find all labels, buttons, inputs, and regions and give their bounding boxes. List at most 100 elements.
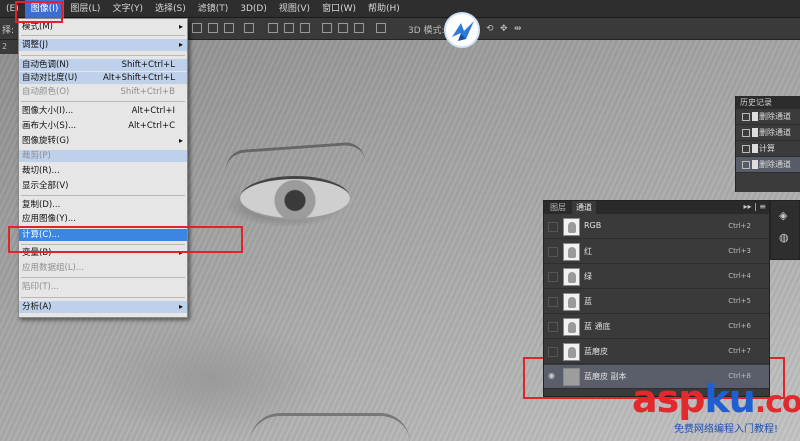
visibility-toggle[interactable] (548, 247, 558, 257)
tab-layers[interactable]: 图层 (546, 201, 570, 214)
eyebrow-shape (224, 141, 366, 171)
menu-separator (21, 55, 185, 56)
menu-item-label: 陷印(T)... (22, 282, 59, 292)
channel-name: 蓝 (584, 297, 592, 306)
align-top-icon[interactable] (192, 23, 202, 33)
menu-item-auto-color[interactable]: 自动颜色(O) Shift+Ctrl+B (19, 86, 187, 98)
channel-thumbnail (563, 293, 580, 311)
menu-item-label: 画布大小(S)... (22, 121, 77, 131)
visibility-toggle[interactable] (548, 347, 558, 357)
menu-separator (21, 35, 185, 36)
document-icon (752, 160, 758, 169)
channel-row[interactable]: 绿 Ctrl+4 (544, 265, 769, 289)
menu-item-auto-tone[interactable]: 自动色调(N) Shift+Ctrl+L (19, 59, 187, 71)
document-icon (752, 144, 758, 153)
channel-row[interactable]: 蓝 通底 Ctrl+6 (544, 315, 769, 339)
visibility-toggle[interactable] (548, 222, 558, 232)
align-bottom-icon[interactable] (224, 23, 234, 33)
channel-shortcut: Ctrl+6 (728, 322, 751, 330)
submenu-arrow-icon: ▸ (178, 40, 183, 49)
snapshot-icon (742, 145, 750, 153)
channel-name: RGB (584, 221, 602, 230)
menu-view[interactable]: 视图(V) (273, 0, 316, 18)
menu-item-image-rotation[interactable]: 图像旋转(G) ▸ (19, 135, 187, 147)
menu-item-analysis[interactable]: 分析(A) ▸ (19, 301, 187, 313)
document-tab[interactable]: 2 (0, 40, 20, 54)
history-item[interactable]: 计算 (736, 141, 800, 157)
menu-item-trap[interactable]: 陷印(T)... (19, 281, 187, 293)
distribute-middle-icon[interactable] (284, 23, 294, 33)
channel-row[interactable]: 蓝磨皮 Ctrl+7 (544, 340, 769, 364)
3d-rotate-icon[interactable]: ⟲ (486, 24, 494, 34)
menu-item-label: 自动对比度(U) (22, 73, 78, 83)
menu-3d[interactable]: 3D(D) (234, 0, 273, 18)
menu-item-canvas-size[interactable]: 画布大小(S)... Alt+Ctrl+C (19, 120, 187, 132)
channel-name: 红 (584, 247, 592, 256)
channel-thumbnail (563, 268, 580, 286)
channel-thumbnail (563, 218, 580, 236)
menu-filter[interactable]: 滤镜(T) (192, 0, 235, 18)
channel-shortcut: Ctrl+7 (728, 347, 751, 355)
history-item[interactable]: 删除通道 (736, 125, 800, 141)
channel-thumbnail (563, 343, 580, 361)
options-label: 择: (2, 26, 15, 36)
3d-slide-icon[interactable]: ⇹ (514, 24, 522, 34)
3d-mode-label: 3D 模式: (408, 26, 445, 36)
menu-item-label: 显示全部(V) (22, 181, 69, 191)
menu-select[interactable]: 选择(S) (149, 0, 192, 18)
distribute-top-icon[interactable] (268, 23, 278, 33)
history-item[interactable]: 删除通道 (736, 109, 800, 125)
channel-name: 蓝磨皮 副本 (584, 372, 627, 381)
menu-item-duplicate[interactable]: 复制(D)... (19, 199, 187, 211)
menu-item-crop[interactable]: 裁剪(P) (19, 150, 187, 162)
menu-item-auto-contrast[interactable]: 自动对比度(U) Alt+Shift+Ctrl+L (19, 72, 187, 84)
tab-channels[interactable]: 通道 (572, 201, 596, 214)
channel-name: 蓝磨皮 (584, 347, 608, 356)
submenu-arrow-icon: ▸ (178, 22, 183, 31)
menu-item-shortcut: Shift+Ctrl+L (121, 60, 175, 70)
align-middle-icon[interactable] (208, 23, 218, 33)
channel-row[interactable]: 红 Ctrl+3 (544, 240, 769, 264)
menu-item-image-size[interactable]: 图像大小(I)... Alt+Ctrl+I (19, 105, 187, 117)
layers-stack-icon[interactable]: ◈ (779, 209, 787, 222)
menu-item-shortcut: Alt+Ctrl+I (131, 106, 175, 116)
auto-align-icon[interactable] (376, 23, 386, 33)
highlight-image-menu (15, 1, 63, 23)
channel-shortcut: Ctrl+5 (728, 297, 751, 305)
document-icon (752, 128, 758, 137)
bird-logo (444, 12, 480, 48)
align-left-icon[interactable] (244, 23, 254, 33)
menu-help[interactable]: 帮助(H) (362, 0, 406, 18)
menu-item-adjustments[interactable]: 调整(J) ▸ (19, 39, 187, 51)
menu-window[interactable]: 窗口(W) (316, 0, 362, 18)
distribute-center-icon[interactable] (338, 23, 348, 33)
collapsed-panels: ◈ ◍ (770, 200, 800, 260)
snapshot-icon (742, 129, 750, 137)
panel-menu-icon[interactable]: ▸▸ | ≡ (743, 202, 766, 211)
channel-row[interactable]: 蓝 Ctrl+5 (544, 290, 769, 314)
adjustments-icon[interactable]: ◍ (779, 231, 789, 244)
visibility-toggle[interactable] (548, 272, 558, 282)
visibility-toggle[interactable] (548, 322, 558, 332)
channel-row[interactable]: RGB Ctrl+2 (544, 215, 769, 239)
distribute-right-icon[interactable] (354, 23, 364, 33)
distribute-left-icon[interactable] (322, 23, 332, 33)
menu-item-label: 自动颜色(O) (22, 87, 70, 97)
distribute-bottom-icon[interactable] (300, 23, 310, 33)
visibility-toggle[interactable] (548, 297, 558, 307)
menu-separator (21, 297, 185, 298)
submenu-arrow-icon: ▸ (178, 302, 183, 311)
menu-item-label: 自动色调(N) (22, 60, 69, 70)
submenu-arrow-icon: ▸ (178, 136, 183, 145)
3d-pan-icon[interactable]: ✥ (500, 24, 508, 34)
menu-item-apply-image[interactable]: 应用图像(Y)... (19, 213, 187, 225)
menu-item-trim[interactable]: 裁切(R)... (19, 165, 187, 177)
menu-item-reveal-all[interactable]: 显示全部(V) (19, 180, 187, 192)
menu-type[interactable]: 文字(Y) (106, 0, 149, 18)
menu-item-apply-data-set[interactable]: 应用数据组(L)... (19, 262, 187, 274)
menu-layer[interactable]: 图层(L) (64, 0, 106, 18)
history-item[interactable]: 删除通道 (736, 157, 800, 173)
menu-separator (21, 101, 185, 102)
menu-item-label: 调整(J) (22, 40, 49, 50)
visibility-eye-icon[interactable]: ◉ (548, 371, 558, 381)
